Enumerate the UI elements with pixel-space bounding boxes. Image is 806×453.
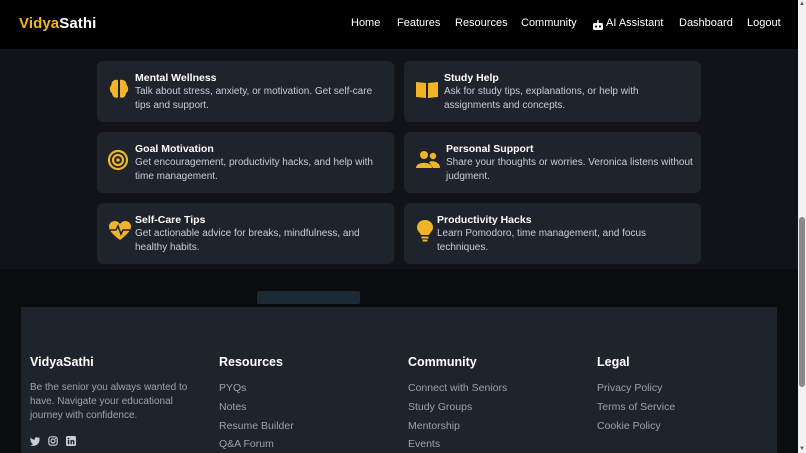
footer-link-privacy-policy[interactable]: Privacy Policy (597, 381, 675, 400)
footer-resources-column: Resources PYQs Notes Resume Builder Q&A … (219, 355, 294, 453)
footer-link-qa-forum[interactable]: Q&A Forum (219, 437, 294, 453)
card-desc: Talk about stress, anxiety, or motivatio… (135, 86, 373, 111)
card-study-help[interactable]: Study Help Ask for study tips, explanati… (404, 61, 701, 122)
footer-link-mentorship[interactable]: Mentorship (408, 419, 507, 438)
footer: VidyaSathi Be the senior you always want… (21, 307, 777, 453)
nav-dashboard[interactable]: Dashboard (679, 17, 733, 29)
footer-legal-column: Legal Privacy Policy Terms of Service Co… (597, 355, 675, 437)
card-title: Goal Motivation (135, 143, 214, 155)
brain-icon (108, 77, 132, 103)
footer-legal-title: Legal (597, 355, 630, 369)
footer-tagline: Be the senior you always wanted to have.… (30, 382, 188, 421)
footer-community-title: Community (408, 355, 477, 369)
scrollbar-thumb[interactable] (799, 217, 805, 387)
footer-community-column: Community Connect with Seniors Study Gro… (408, 355, 507, 453)
users-icon (415, 148, 440, 174)
scroll-down-arrow[interactable]: ▼ (799, 446, 805, 452)
card-productivity-hacks[interactable]: Productivity Hacks Learn Pomodoro, time … (404, 203, 701, 264)
lightbulb-icon (415, 219, 439, 245)
nav-ai-assistant[interactable]: AI Assistant (606, 17, 663, 29)
footer-link-connect-seniors[interactable]: Connect with Seniors (408, 381, 507, 400)
scroll-up-arrow[interactable]: ▲ (799, 1, 805, 7)
footer-link-cookie-policy[interactable]: Cookie Policy (597, 419, 675, 438)
book-icon (415, 77, 439, 103)
features-section: Mental Wellness Talk about stress, anxie… (0, 49, 798, 269)
footer-brand: VidyaSathi (30, 355, 94, 369)
footer-resources-title: Resources (219, 355, 283, 369)
footer-link-resume-builder[interactable]: Resume Builder (219, 419, 294, 438)
card-desc: Share your thoughts or worries. Veronica… (446, 157, 693, 182)
brand-part2: Sathi (59, 15, 97, 32)
twitter-icon[interactable] (30, 433, 40, 446)
card-title: Personal Support (446, 143, 534, 155)
faded-element (257, 291, 360, 304)
card-mental-wellness[interactable]: Mental Wellness Talk about stress, anxie… (97, 61, 394, 122)
brand-part1: Vidya (19, 15, 60, 32)
footer-link-terms-of-service[interactable]: Terms of Service (597, 400, 675, 419)
footer-link-events[interactable]: Events (408, 437, 507, 453)
card-personal-support[interactable]: Personal Support Share your thoughts or … (404, 132, 701, 193)
footer-brand-column: VidyaSathi Be the senior you always want… (30, 355, 196, 423)
card-desc: Learn Pomodoro, time management, and foc… (437, 228, 647, 253)
social-links (30, 433, 76, 446)
robot-icon (592, 18, 604, 36)
footer-link-study-groups[interactable]: Study Groups (408, 400, 507, 419)
card-title: Mental Wellness (135, 72, 217, 84)
heartbeat-icon (108, 219, 132, 245)
nav-resources[interactable]: Resources (455, 17, 508, 29)
footer-link-pyqs[interactable]: PYQs (219, 381, 294, 400)
footer-link-notes[interactable]: Notes (219, 400, 294, 419)
card-desc: Get actionable advice for breaks, mindfu… (135, 228, 360, 253)
card-desc: Get encouragement, productivity hacks, a… (135, 157, 373, 182)
target-icon (107, 148, 132, 174)
card-title: Productivity Hacks (437, 214, 532, 226)
nav-logout[interactable]: Logout (747, 17, 781, 29)
linkedin-icon[interactable] (66, 433, 76, 446)
card-self-care-tips[interactable]: Self-Care Tips Get actionable advice for… (97, 203, 394, 264)
nav-features[interactable]: Features (397, 17, 440, 29)
card-title: Self-Care Tips (135, 214, 206, 226)
nav-community[interactable]: Community (521, 17, 577, 29)
nav-home[interactable]: Home (351, 17, 380, 29)
instagram-icon[interactable] (48, 433, 58, 446)
card-goal-motivation[interactable]: Goal Motivation Get encouragement, produ… (97, 132, 394, 193)
top-navbar: VidyaSathi Home Features Resources Commu… (0, 0, 798, 49)
brand-logo[interactable]: VidyaSathi (19, 15, 96, 32)
card-desc: Ask for study tips, explanations, or hel… (444, 86, 639, 111)
card-title: Study Help (444, 72, 499, 84)
